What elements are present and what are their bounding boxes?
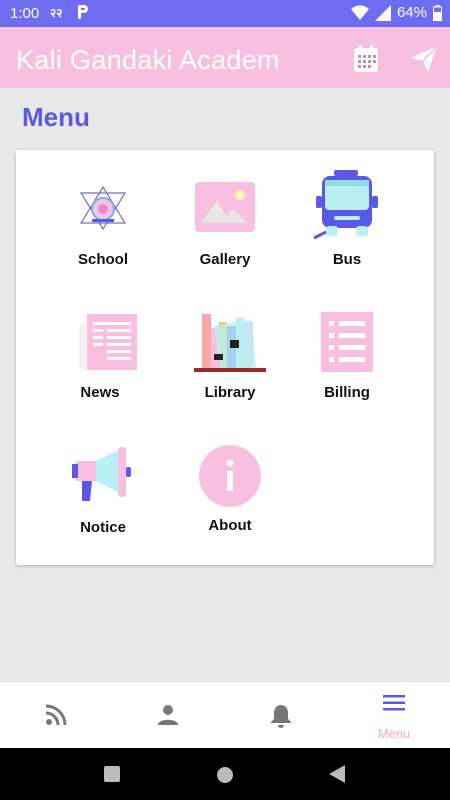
bell-icon (271, 705, 291, 728)
status-right: 64% (350, 4, 442, 21)
menu-item-about[interactable]: About (170, 445, 290, 565)
nav-item-menu[interactable]: Menu (338, 682, 450, 749)
bus-icon (313, 170, 378, 240)
menu-item-label: Bus (332, 251, 362, 268)
nav-item-profile[interactable] (112, 682, 224, 749)
battery-percent: 64% (396, 4, 427, 21)
app-bar: Kali Gandaki Academy (0, 27, 450, 88)
app-title: Kali Gandaki Academy (16, 45, 281, 75)
system-navigation-bar (0, 748, 450, 800)
gallery-icon (195, 182, 255, 232)
nav-item-label: Menu (377, 726, 411, 741)
school-logo-icon (79, 185, 127, 231)
menu-card: School Gallery Bus News Library Billing … (16, 150, 434, 565)
newspaper-icon (79, 314, 137, 370)
send-icon (411, 45, 438, 72)
person-icon (158, 705, 178, 725)
menu-item-library[interactable]: Library (170, 310, 290, 430)
nav-item-notifications[interactable] (225, 682, 337, 749)
menu-item-billing[interactable]: Billing (287, 310, 407, 430)
status-time: 1:00 (10, 5, 40, 22)
menu-item-label: Notice (80, 519, 126, 536)
menu-item-school[interactable]: School (43, 175, 163, 295)
bottom-navigation: Menu (0, 681, 450, 749)
library-books-icon (194, 314, 266, 372)
calendar-icon (354, 45, 378, 72)
recents-icon[interactable] (104, 766, 120, 782)
megaphone-icon (72, 447, 131, 501)
menu-item-news[interactable]: News (43, 310, 163, 430)
menu-item-bus[interactable]: Bus (287, 170, 407, 295)
menu-item-label: Gallery (199, 251, 251, 268)
signal-icon (374, 4, 391, 21)
battery-icon (433, 4, 442, 21)
menu-item-notice[interactable]: Notice (43, 445, 163, 565)
menu-item-label: School (77, 251, 128, 268)
menu-item-gallery[interactable]: Gallery (165, 175, 285, 295)
home-icon[interactable] (216, 766, 234, 784)
page-heading: Menu (22, 102, 90, 132)
back-icon[interactable] (329, 765, 345, 783)
nav-item-feed[interactable] (0, 682, 112, 749)
svg-text:२२: २२ (50, 6, 62, 19)
send-button[interactable] (408, 43, 440, 75)
calendar-button[interactable] (350, 43, 382, 75)
menu-item-label: About (208, 517, 252, 534)
notification-app-icon: २२ (50, 6, 62, 19)
wifi-icon (350, 4, 369, 20)
parking-icon (78, 5, 88, 19)
rss-feed-icon (45, 704, 67, 726)
billing-list-icon (321, 312, 373, 372)
notification-icons: २२ (50, 4, 90, 20)
menu-item-label: News (80, 384, 120, 401)
info-icon (199, 445, 261, 507)
menu-item-label: Billing (324, 384, 370, 401)
status-bar: 1:00 २२ 64% (0, 0, 450, 27)
menu-hamburger-icon (383, 695, 405, 711)
menu-item-label: Library (204, 384, 256, 401)
